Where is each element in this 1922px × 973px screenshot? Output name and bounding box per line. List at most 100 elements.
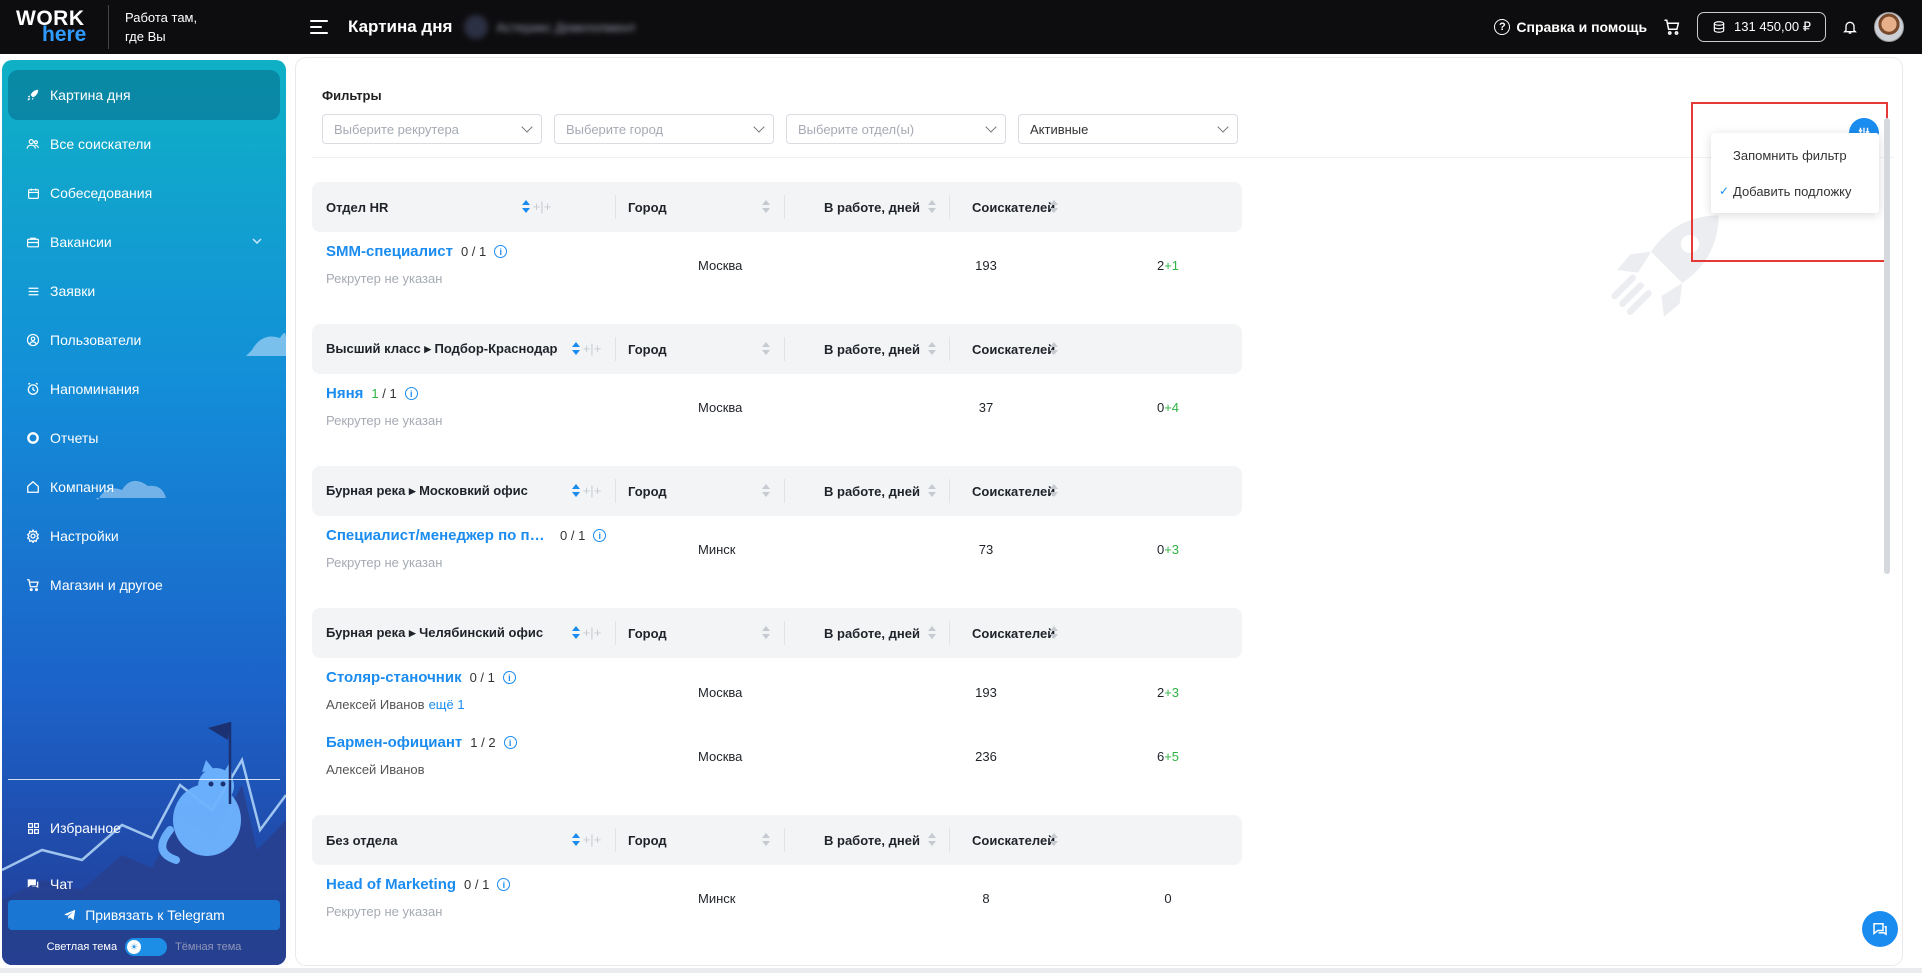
sort-icon[interactable] — [762, 341, 770, 357]
sort-icon[interactable] — [1050, 199, 1058, 215]
sort-icon[interactable] — [928, 483, 936, 499]
sort-icon[interactable] — [572, 341, 580, 357]
telegram-link-button[interactable]: Привязать к Telegram — [8, 900, 280, 930]
sort-icon[interactable] — [762, 483, 770, 499]
vacancy-count: 1 / 1 — [371, 386, 397, 401]
menu-collapse-icon[interactable] — [310, 16, 332, 38]
candidates-cell[interactable]: 0+3 — [1148, 542, 1188, 557]
sidebar-item-reminders[interactable]: Напоминания — [8, 364, 280, 414]
vacancy-link[interactable]: Head of Marketing — [326, 876, 456, 893]
sidebar-item-interviews[interactable]: Собеседования — [8, 168, 280, 218]
sort-icon[interactable] — [572, 625, 580, 641]
remember-filter-option[interactable]: Запомнить фильтр — [1711, 137, 1879, 173]
sidebar-item-settings[interactable]: Настройки — [8, 511, 280, 561]
sidebar-item-label: Магазин и другое — [50, 577, 163, 593]
candidates-cell[interactable]: 0 — [1148, 891, 1188, 906]
days-cell: 193 — [975, 258, 997, 273]
city-select[interactable]: Выберите город — [554, 114, 774, 144]
vacancy-link[interactable]: Столяр-станочник — [326, 669, 462, 686]
sidebar-item-users[interactable]: Пользователи — [8, 315, 280, 365]
info-icon[interactable]: i — [404, 387, 418, 400]
info-icon[interactable]: i — [497, 878, 511, 891]
home-icon — [26, 480, 40, 494]
vacancy-row: Няня 1 / 1 i — [326, 385, 418, 402]
sidebar-item-reports[interactable]: Отчеты — [8, 413, 280, 463]
sidebar-item-candidates[interactable]: Все соискатели — [8, 119, 280, 169]
list-icon — [26, 284, 40, 298]
days-cell: 73 — [978, 542, 994, 557]
recruiter-name: Алексей Иванов — [326, 697, 425, 712]
column-resize-icon[interactable]: +|+ — [583, 340, 602, 356]
vacancy-link[interactable]: SMM-специалист — [326, 243, 453, 260]
candidates-cell[interactable]: 0+4 — [1148, 400, 1188, 415]
info-icon[interactable]: i — [494, 245, 508, 258]
city-cell: Минск — [698, 891, 736, 906]
page-title: Картина дня — [348, 17, 453, 36]
more-recruiters-link[interactable]: ещё 1 — [429, 697, 465, 712]
department-select[interactable]: Выберите отдел(ы) — [786, 114, 1006, 144]
vacancy-link[interactable]: Бармен-официант — [326, 734, 462, 751]
sort-icon[interactable] — [522, 199, 530, 215]
sidebar-item-label: Заявки — [50, 283, 96, 299]
theme-dark-label: Тёмная тема — [175, 941, 242, 953]
sidebar-item-company[interactable]: Компания — [8, 462, 280, 512]
sidebar-item-shop[interactable]: Магазин и другое — [8, 560, 280, 610]
sort-icon[interactable] — [572, 483, 580, 499]
column-resize-icon[interactable]: +|+ — [583, 831, 602, 847]
info-icon[interactable]: i — [593, 529, 607, 542]
vacancy-link[interactable]: Специалист/менеджер по продажам — [326, 527, 552, 544]
company-selector[interactable]: Астерикс Девелопмент — [464, 15, 636, 39]
vertical-scrollbar[interactable] — [1884, 118, 1890, 574]
candidates-cell[interactable]: 6+5 — [1148, 749, 1188, 764]
donut-chart-icon — [26, 431, 40, 445]
column-resize-icon[interactable]: +|+ — [583, 624, 602, 640]
help-label: Справка и помощь — [1516, 19, 1648, 35]
help-link[interactable]: ? Справка и помощь — [1494, 19, 1647, 35]
sidebar-item-favorites[interactable]: Избранное — [8, 803, 280, 853]
sort-icon[interactable] — [1050, 341, 1058, 357]
sort-icon[interactable] — [1050, 832, 1058, 848]
status-select[interactable]: Активные — [1018, 114, 1238, 144]
support-chat-button[interactable] — [1862, 911, 1898, 947]
sidebar-item-day-overview[interactable]: Картина дня — [8, 70, 280, 120]
column-resize-icon[interactable]: +|+ — [583, 482, 602, 498]
sort-icon[interactable] — [1050, 625, 1058, 641]
sort-icon[interactable] — [928, 199, 936, 215]
bell-icon[interactable] — [1840, 16, 1860, 38]
sort-icon[interactable] — [572, 832, 580, 848]
column-resize-icon[interactable]: +|+ — [533, 198, 552, 214]
info-icon[interactable]: i — [503, 736, 517, 749]
candidates-cell[interactable]: 2+1 — [1148, 258, 1188, 273]
sidebar-item-requests[interactable]: Заявки — [8, 266, 280, 316]
sort-icon[interactable] — [928, 832, 936, 848]
workhere-logo[interactable]: WORK here — [0, 0, 100, 54]
theme-toggle[interactable]: ☀ — [125, 938, 168, 956]
sort-icon[interactable] — [928, 341, 936, 357]
status-select-value: Активные — [1030, 121, 1089, 137]
cart-icon[interactable] — [1661, 16, 1683, 38]
calendar-icon — [26, 186, 40, 200]
column-city-header: Город — [628, 625, 667, 641]
add-overlay-option[interactable]: ✓ Добавить подложку — [1711, 173, 1879, 209]
slogan-line-2: где Вы — [125, 29, 166, 44]
sidebar-divider — [8, 779, 280, 780]
theme-switcher: Светлая тема ☀ Тёмная тема — [2, 936, 286, 958]
vacancy-row: Специалист/менеджер по продажам 0 / 1 i — [326, 527, 607, 544]
vacancy-row: Столяр-станочник 0 / 1 i — [326, 669, 516, 686]
main-content: Фильтры Выберите рекрутера Выберите горо… — [296, 58, 1902, 965]
user-avatar[interactable] — [1874, 12, 1904, 42]
sort-icon[interactable] — [1050, 483, 1058, 499]
balance-button[interactable]: 131 450,00 ₽ — [1697, 12, 1826, 42]
sort-icon[interactable] — [928, 625, 936, 641]
group-header: Без отдела +|+ Город В работе, дней Соис… — [312, 815, 1242, 865]
recruiter-select[interactable]: Выберите рекрутера — [322, 114, 542, 144]
sort-icon[interactable] — [762, 625, 770, 641]
candidates-cell[interactable]: 2+3 — [1148, 685, 1188, 700]
slogan-line-1: Работа там, — [125, 10, 198, 25]
sort-icon[interactable] — [762, 199, 770, 215]
vacancy-link[interactable]: Няня — [326, 385, 363, 402]
info-icon[interactable]: i — [502, 671, 516, 684]
sidebar-item-vacancies[interactable]: Вакансии — [8, 217, 280, 267]
chevron-down-icon[interactable] — [252, 236, 262, 246]
sort-icon[interactable] — [762, 832, 770, 848]
